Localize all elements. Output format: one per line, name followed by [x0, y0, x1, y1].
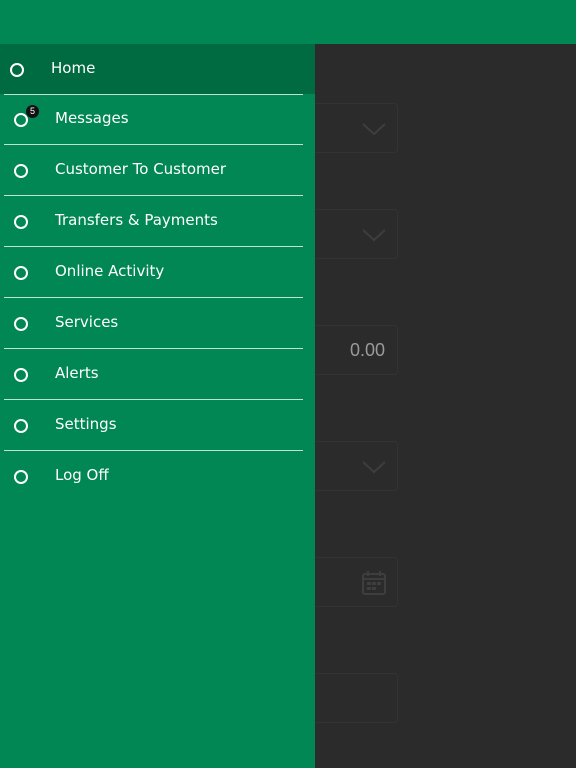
menu-item-label: Alerts	[55, 364, 99, 382]
circle-icon	[14, 164, 28, 178]
menu-item-messages[interactable]: 5 Messages	[4, 94, 303, 145]
menu-item-services[interactable]: Services	[4, 298, 303, 349]
menu-item-label: Messages	[55, 109, 129, 127]
menu-item-label: Customer To Customer	[55, 160, 227, 178]
chevron-down-icon	[362, 229, 386, 242]
menu-item-home[interactable]: Home	[0, 44, 315, 95]
circle-icon	[14, 215, 28, 229]
circle-icon	[14, 470, 28, 484]
menu-item-log-off[interactable]: Log Off	[4, 451, 303, 501]
circle-icon	[14, 368, 28, 382]
menu-item-alerts[interactable]: Alerts	[4, 349, 303, 400]
chevron-down-icon	[362, 123, 386, 136]
amount-value: 0.00	[349, 340, 385, 360]
calendar-icon	[362, 571, 386, 595]
circle-icon	[10, 63, 24, 77]
menu-item-label: Online Activity	[55, 262, 165, 280]
menu-item-label: Home	[51, 59, 96, 77]
circle-icon	[14, 419, 28, 433]
menu-item-label: Transfers & Payments	[55, 211, 218, 229]
circle-icon	[14, 113, 28, 127]
circle-icon	[14, 317, 28, 331]
menu-item-label: Settings	[55, 415, 117, 433]
menu-item-settings[interactable]: Settings	[4, 400, 303, 451]
menu-item-online-activity[interactable]: Online Activity	[4, 247, 303, 298]
unread-count-badge: 5	[26, 105, 39, 118]
menu-item-customer-to-customer[interactable]: Customer To Customer	[4, 145, 303, 196]
circle-icon	[14, 266, 28, 280]
chevron-down-icon	[362, 461, 386, 474]
menu-item-label: Services	[55, 313, 119, 331]
menu-item-transfers-payments[interactable]: Transfers & Payments	[4, 196, 303, 247]
menu-item-label: Log Off	[55, 466, 109, 484]
top-app-bar	[0, 0, 576, 44]
navigation-drawer: Home 5 Messages Customer To Customer Tra…	[0, 44, 315, 768]
